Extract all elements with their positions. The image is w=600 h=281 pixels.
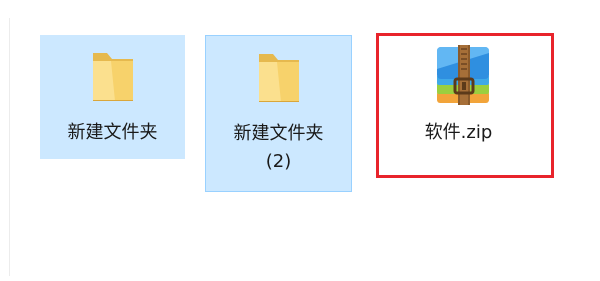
zip-file-item[interactable]: 软件.zip — [385, 35, 540, 165]
folder-icon — [206, 44, 351, 106]
folder-name-2: 新建文件夹 (2) — [233, 123, 324, 172]
file-explorer-view[interactable]: 新建文件夹 新建文件夹 (2) 软件.zip — [0, 0, 600, 281]
pane-divider — [9, 18, 10, 276]
folder-item-1[interactable]: 新建文件夹 — [40, 35, 185, 159]
zip-archive-icon — [385, 39, 540, 109]
zip-file-name: 软件.zip — [424, 122, 493, 143]
folder-icon — [40, 43, 185, 105]
folder-item-2[interactable]: 新建文件夹 (2) — [205, 35, 352, 192]
folder-name-1: 新建文件夹 — [67, 122, 158, 143]
